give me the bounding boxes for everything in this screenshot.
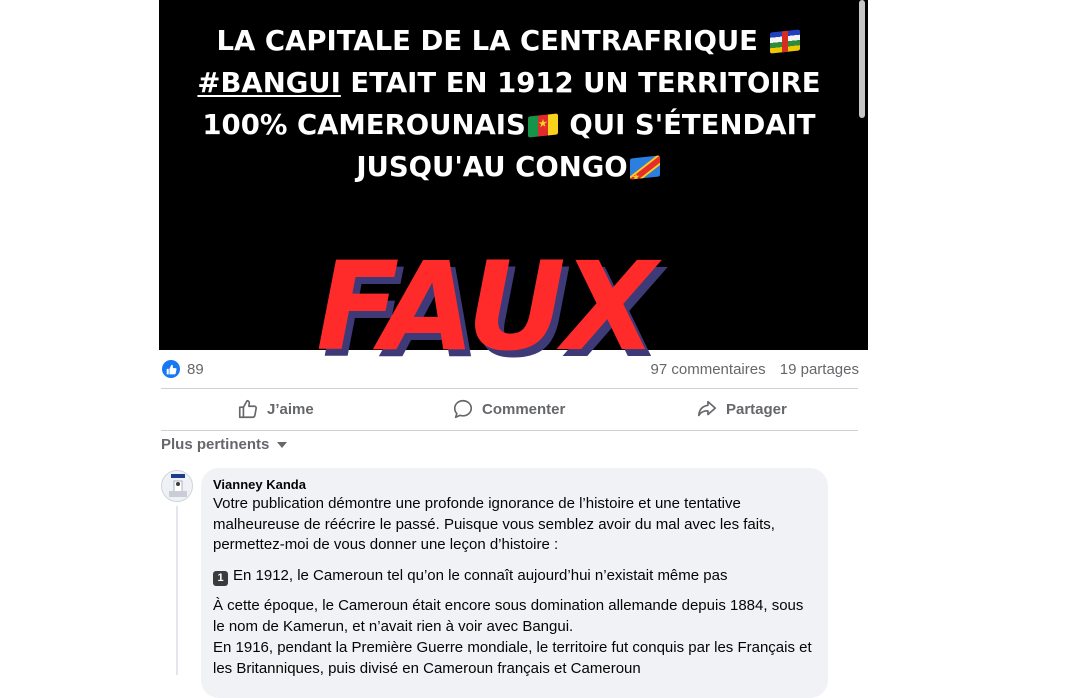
like-button[interactable]: J’aime [237,398,314,420]
comment-author-name[interactable]: Vianney Kanda [213,476,816,493]
share-button-label: Partager [726,400,787,418]
headline-line-4: JUSQU'AU CONGO [356,151,628,183]
comment-sort-label: Plus pertinents [161,436,270,453]
comment-button[interactable]: Commenter [452,398,565,420]
shares-count-link[interactable]: 19 partages [780,361,859,378]
avatar[interactable] [161,470,193,502]
comment-paragraph: Votre publication démontre une profonde … [213,495,775,553]
like-button-label: J’aime [267,400,314,418]
hashtag-bangui[interactable]: #BANGUI [197,67,340,99]
comment-sort-dropdown[interactable]: Plus pertinents [161,436,288,453]
headline-line-2: ETAIT EN 1912 UN TERRITOIRE [340,67,821,99]
share-button[interactable]: Partager [696,398,787,420]
thumbs-up-icon [238,399,258,419]
share-arrow-icon [697,400,717,417]
post-headline: LA CAPITALE DE LA CENTRAFRIQUE #BANGUI E… [159,20,859,188]
chevron-down-icon [277,441,288,448]
scrollbar-thumb[interactable] [859,0,865,118]
post-stats: 97 commentaires 19 partages [651,361,859,378]
comment-bubble: Vianney Kanda Votre publication démontre… [201,468,828,698]
like-reaction-icon [162,360,180,378]
comment-button-label: Commenter [482,400,566,418]
headline-line-1: LA CAPITALE DE LA CENTRAFRIQUE [216,25,758,57]
headline-line-3b: QUI S'ÉTENDAIT [559,109,816,141]
avatar-image [162,471,192,501]
comment-bubble-icon [453,399,473,419]
comment-paragraph: En 1916, pendant la Première Guerre mond… [213,639,812,677]
thread-line [176,506,178,675]
reaction-count: 89 [187,361,204,378]
comment-point-1: 1 En 1912, le Cameroun tel qu’on le conna… [213,566,816,587]
keycap-number-icon: 1 [213,570,228,586]
dr-congo-flag-icon [629,155,660,180]
comment-point-1-text: En 1912, le Cameroun tel qu’on le connaî… [233,566,728,584]
divider [161,430,858,431]
central-african-republic-flag-icon [769,29,800,54]
faux-stamp: FAUX [316,236,657,378]
divider [161,388,858,389]
comment-paragraph: À cette époque, le Cameroun était encore… [213,597,804,635]
cameroon-flag-icon [527,113,558,138]
headline-line-3a: 100% CAMEROUNAIS [202,109,526,141]
